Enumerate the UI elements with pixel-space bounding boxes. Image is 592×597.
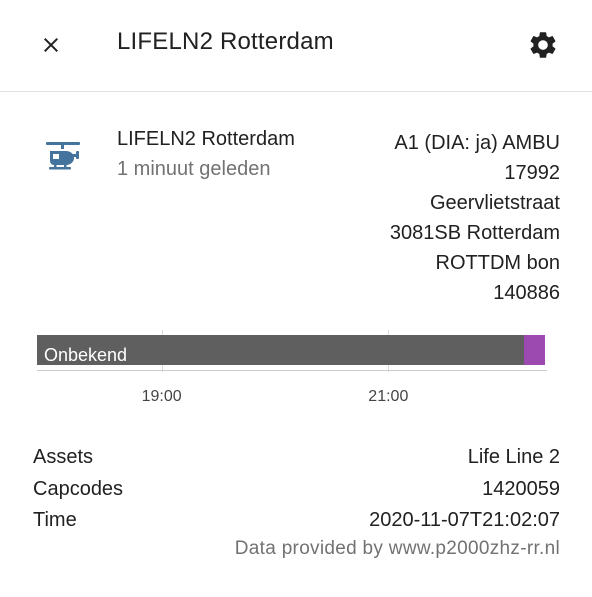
- entity-state: A1 (DIA: ja) AMBU 17992 Geervlietstraat …: [390, 128, 560, 308]
- attribute-row: Capcodes 1420059: [33, 474, 560, 506]
- timeline-tick-label: 19:00: [141, 388, 182, 405]
- attribution-text: Data provided by www.p2000zhz-rr.nl: [234, 538, 560, 559]
- timeline-state-label: Onbekend: [44, 345, 128, 365]
- timeline-tick-label: 21:00: [368, 388, 409, 405]
- gear-icon: [530, 32, 556, 58]
- settings-button[interactable]: [522, 24, 564, 66]
- attribute-key: Time: [33, 509, 77, 531]
- attribute-value: Life Line 2: [467, 446, 560, 468]
- attribute-value: 2020-11-07T21:02:07: [369, 509, 560, 531]
- state-line: Geervlietstraat: [429, 192, 560, 214]
- history-timeline[interactable]: Onbekend 19:00 21:00: [37, 330, 547, 410]
- state-line: 3081SB Rotterdam: [389, 222, 560, 244]
- timeline-axis: [37, 370, 547, 371]
- attribute-row: Time 2020-11-07T21:02:07: [33, 505, 560, 537]
- state-line: 140886: [493, 282, 560, 304]
- attribute-key: Assets: [33, 446, 94, 468]
- attribute-row: Assets Life Line 2: [33, 442, 560, 474]
- attributes-table: Assets Life Line 2 Capcodes 1420059 Time…: [33, 442, 560, 537]
- state-line: 17992: [504, 162, 560, 184]
- state-line: A1 (DIA: ja) AMBU: [394, 132, 560, 154]
- timeline-bar-unknown[interactable]: Onbekend: [37, 335, 525, 365]
- attribute-key: Capcodes: [33, 477, 124, 500]
- attribute-value: 1420059: [482, 477, 560, 500]
- last-changed: 1 minuut geleden: [117, 158, 271, 180]
- entity-name: LIFELN2 Rotterdam: [117, 128, 295, 150]
- helicopter-icon: [46, 142, 80, 170]
- state-line: ROTTDM bon: [435, 252, 560, 274]
- close-button[interactable]: [30, 24, 72, 66]
- timeline-bar-current[interactable]: [524, 335, 545, 365]
- dialog-header: LIFELN2 Rotterdam: [0, 0, 592, 92]
- dialog-title: LIFELN2 Rotterdam: [117, 28, 334, 55]
- close-icon: [44, 38, 58, 52]
